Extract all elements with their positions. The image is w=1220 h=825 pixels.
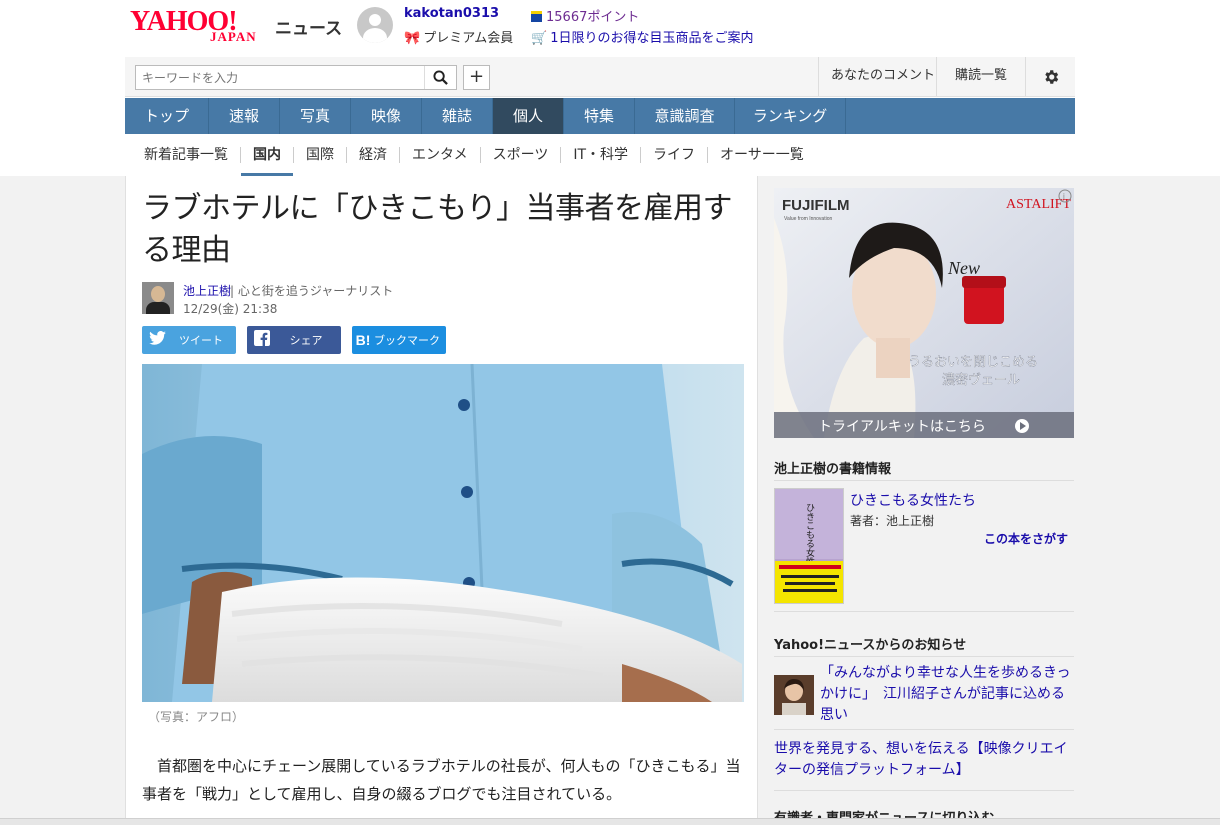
ad-new: New — [947, 258, 980, 278]
gnav-magazine[interactable]: 雑誌 — [422, 98, 493, 134]
ad-copy-1: うるおいを閉じこめる — [908, 355, 1038, 370]
author-name-link[interactable]: 池上正樹 — [183, 282, 231, 299]
points-link[interactable]: 15667ポイント — [531, 6, 639, 25]
ad-cta: トライアルキットはこちら — [818, 419, 986, 435]
sub-nav: 新着記事一覧 国内 国際 経済 エンタメ スポーツ IT・科学 ライフ オーサー… — [125, 134, 1075, 176]
photo-illustration — [142, 364, 744, 702]
site-header: YAHOO! JAPAN ニュース kakotan0313 🎀 プレミアム会員 1… — [125, 0, 1075, 56]
plus-button[interactable]: + — [463, 65, 490, 90]
ad-creative: FUJIFILM Value from Innovation ASTALIFT … — [774, 188, 1074, 438]
facebook-icon — [247, 330, 277, 350]
gear-icon — [1044, 69, 1058, 84]
snav-life[interactable]: ライフ — [641, 147, 709, 163]
divider — [774, 729, 1074, 730]
hatena-icon: B! — [355, 332, 371, 348]
article-body: 首都圏を中心にチェーン展開しているラブホテルの社長が、何人もの「ひきこもる」当事… — [142, 757, 741, 803]
divider — [774, 656, 1074, 657]
tweet-label: ツイート — [179, 334, 223, 347]
books-heading: 池上正樹の書籍情報 — [774, 462, 892, 477]
gnav-survey[interactable]: 意識調査 — [635, 98, 735, 134]
search-button[interactable] — [424, 66, 456, 89]
svg-text:i: i — [1063, 192, 1065, 201]
gnav-individual[interactable]: 個人 — [493, 98, 564, 134]
sidebar: FUJIFILM Value from Innovation ASTALIFT … — [773, 186, 1075, 825]
twitter-icon — [142, 331, 172, 349]
gnav-top[interactable]: トップ — [125, 98, 209, 134]
gnav-feature[interactable]: 特集 — [564, 98, 635, 134]
snav-domestic[interactable]: 国内 — [241, 147, 294, 176]
notice-link-2[interactable]: 世界を発見する、想いを伝える【映像クリエイターの発信プラットフォーム】 — [774, 739, 1074, 781]
book-title-link[interactable]: ひきこもる女性たち — [850, 490, 976, 510]
book-cover-art: ひきこもる女性たち — [775, 489, 843, 603]
notice-heading: Yahoo!ニュースからのお知らせ — [774, 638, 967, 653]
find-book-link[interactable]: この本をさがす — [984, 530, 1068, 547]
promo-link[interactable]: 🛒 1日限りのお得な目玉商品をご案内 — [531, 27, 753, 46]
hatena-bookmark-button[interactable]: B! ブックマーク — [352, 326, 446, 354]
search-icon — [433, 70, 448, 85]
book-author: 著者：池上正樹 — [850, 514, 935, 528]
subscriptions-link[interactable]: 購読一覧 — [936, 57, 1025, 96]
article-photo[interactable] — [142, 364, 744, 702]
horizontal-scrollbar[interactable] — [0, 818, 1220, 825]
divider — [774, 480, 1074, 481]
divider — [774, 790, 1074, 791]
article: ラブホテルに「ひきこもり」当事者を雇用する理由 池上正樹 | 心と街を追うジャー… — [125, 176, 758, 825]
photo-caption: （写真：アフロ） — [148, 710, 245, 724]
gnav-photo[interactable]: 写真 — [280, 98, 351, 134]
advertisement[interactable]: FUJIFILM Value from Innovation ASTALIFT … — [774, 188, 1074, 438]
ad-product: ASTALIFT — [1006, 197, 1071, 212]
facebook-share-button[interactable]: シェア — [247, 326, 341, 354]
facebook-share-label: シェア — [289, 334, 323, 347]
notice-link-1[interactable]: 「みんながより幸せな人生を歩めるきっかけに」 江川紹子さんが記事に込める思い — [820, 663, 1072, 726]
premium-badge[interactable]: 🎀 プレミアム会員 — [404, 27, 513, 46]
my-comments-link[interactable]: あなたのコメント — [818, 57, 947, 96]
snav-it-science[interactable]: IT・科学 — [561, 147, 642, 163]
ad-brand: FUJIFILM — [782, 197, 850, 214]
snav-economy[interactable]: 経済 — [347, 147, 400, 163]
gnav-ranking[interactable]: ランキング — [735, 98, 846, 134]
article-title: ラブホテルに「ひきこもり」当事者を雇用する理由 — [142, 191, 733, 268]
ad-brand-tag: Value from Innovation — [784, 216, 832, 222]
snav-authors[interactable]: オーサー一覧 — [708, 147, 816, 163]
premium-label: プレミアム会員 — [423, 31, 514, 46]
cart-icon: 🛒 — [531, 31, 548, 46]
gnav-video[interactable]: 映像 — [351, 98, 422, 134]
avatar[interactable] — [357, 7, 393, 43]
search-input[interactable] — [136, 66, 422, 89]
tpoint-icon — [531, 11, 542, 22]
article-date: 12/29(金) 21:38 — [183, 302, 278, 316]
author-photo[interactable] — [142, 282, 174, 314]
points-label: 15667ポイント — [546, 10, 640, 25]
yahoo-japan-logo[interactable]: YAHOO! JAPAN ニュース — [130, 6, 342, 44]
snav-sports[interactable]: スポーツ — [481, 147, 562, 163]
divider — [774, 611, 1074, 612]
toolbar: + あなたのコメント 購読一覧 — [125, 57, 1075, 97]
book-cover[interactable]: ひきこもる女性たち — [774, 488, 844, 604]
gift-icon: 🎀 — [404, 31, 421, 46]
global-nav: トップ 速報 写真 映像 雑誌 個人 特集 意識調査 ランキング — [125, 98, 1075, 134]
snav-international[interactable]: 国際 — [294, 147, 347, 163]
snav-entertainment[interactable]: エンタメ — [400, 147, 481, 163]
author-description: | 心と街を追うジャーナリスト — [230, 284, 394, 298]
promo-label: 1日限りのお得な目玉商品をご案内 — [550, 31, 754, 46]
notice-thumbnail[interactable] — [774, 675, 814, 715]
hatena-bookmark-label: ブックマーク — [374, 334, 440, 347]
ad-copy-2: 濃密ヴェール — [942, 372, 1020, 388]
gnav-breaking[interactable]: 速報 — [209, 98, 280, 134]
search-box — [135, 65, 457, 90]
logo-sub: JAPAN — [210, 29, 257, 44]
tweet-button[interactable]: ツイート — [142, 326, 236, 354]
username-link[interactable]: kakotan0313 — [404, 6, 499, 21]
snav-latest[interactable]: 新着記事一覧 — [132, 147, 241, 163]
logo-news: ニュース — [275, 19, 343, 39]
settings-button[interactable] — [1025, 57, 1075, 96]
